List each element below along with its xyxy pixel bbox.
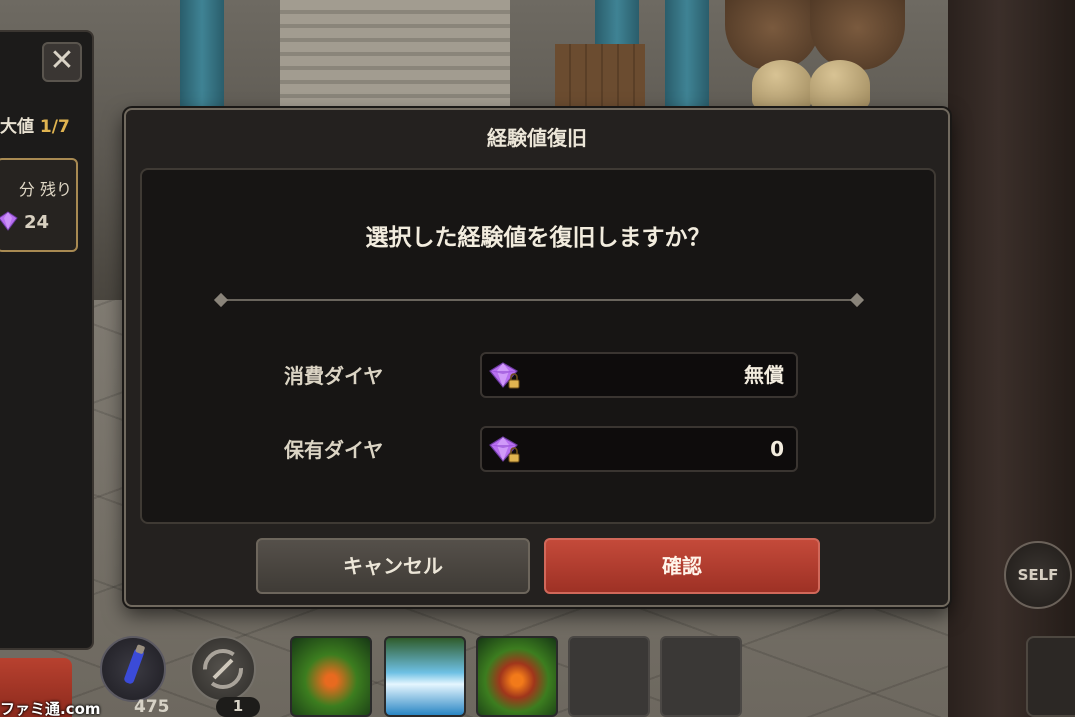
diamond-icon bbox=[0, 211, 18, 231]
locked-diamond-icon bbox=[489, 362, 520, 389]
cancel-button[interactable]: キャンセル bbox=[256, 538, 530, 594]
dialog-content: 選択した経験値を復旧しますか？ 消費ダイヤ 無償 保有ダイヤ 0 bbox=[140, 168, 936, 524]
gem-count: 24 bbox=[24, 212, 50, 233]
self-target-button[interactable]: SELF bbox=[1004, 541, 1072, 609]
background-sack bbox=[810, 60, 870, 110]
right-hud-button[interactable] bbox=[1026, 636, 1075, 717]
skill-slot-empty[interactable] bbox=[660, 636, 742, 717]
potion-slot[interactable] bbox=[100, 636, 166, 702]
divider-diamond bbox=[849, 292, 865, 308]
remaining-time-label: 分 残り bbox=[18, 180, 72, 199]
background-sack bbox=[752, 60, 812, 110]
cost-value: 無償 bbox=[744, 363, 784, 387]
swap-icon bbox=[203, 649, 243, 689]
skill-slot-empty[interactable] bbox=[568, 636, 650, 717]
potion-icon bbox=[124, 644, 145, 684]
locked-diamond-icon bbox=[489, 436, 520, 463]
divider bbox=[213, 292, 865, 308]
cost-value-box: 無償 bbox=[480, 352, 798, 398]
background-character bbox=[948, 0, 1075, 717]
confirm-question: 選択した経験値を復旧しますか？ bbox=[365, 225, 711, 251]
skill-slot-2[interactable] bbox=[384, 636, 466, 717]
confirm-button[interactable]: 確認 bbox=[544, 538, 820, 594]
divider-line bbox=[222, 299, 856, 301]
owned-value: 0 bbox=[770, 437, 784, 461]
watermark-logo: ファミ通.com bbox=[0, 700, 101, 717]
close-icon[interactable]: ✕ bbox=[42, 42, 82, 82]
side-panel: ✕ 大値 1/7 分 残り 24 bbox=[0, 30, 94, 650]
divider-diamond bbox=[213, 292, 229, 308]
exp-restore-dialog: 経験値復旧 選択した経験値を復旧しますか？ 消費ダイヤ 無償 保有ダイヤ 0 キ… bbox=[124, 108, 950, 607]
skill-slot-1[interactable] bbox=[290, 636, 372, 717]
owned-label: 保有ダイヤ bbox=[284, 438, 384, 462]
background-crate bbox=[555, 44, 645, 110]
max-fraction: 1/7 bbox=[39, 117, 70, 137]
owned-value-box: 0 bbox=[480, 426, 798, 472]
cost-label: 消費ダイヤ bbox=[284, 364, 384, 388]
max-label: 大値 bbox=[0, 117, 34, 137]
side-card[interactable]: 分 残り 24 bbox=[0, 158, 78, 252]
weapon-swap-button[interactable] bbox=[190, 636, 256, 702]
potion-count: 475 bbox=[134, 697, 170, 717]
max-count-label: 大値 1/7 bbox=[0, 112, 90, 137]
swap-count: 1 bbox=[216, 697, 260, 717]
background-stairs bbox=[280, 0, 510, 110]
dialog-title: 経験値復旧 bbox=[487, 126, 587, 150]
background-pillar bbox=[180, 0, 224, 110]
background-pillar bbox=[665, 0, 709, 110]
skill-slot-3[interactable] bbox=[476, 636, 558, 717]
